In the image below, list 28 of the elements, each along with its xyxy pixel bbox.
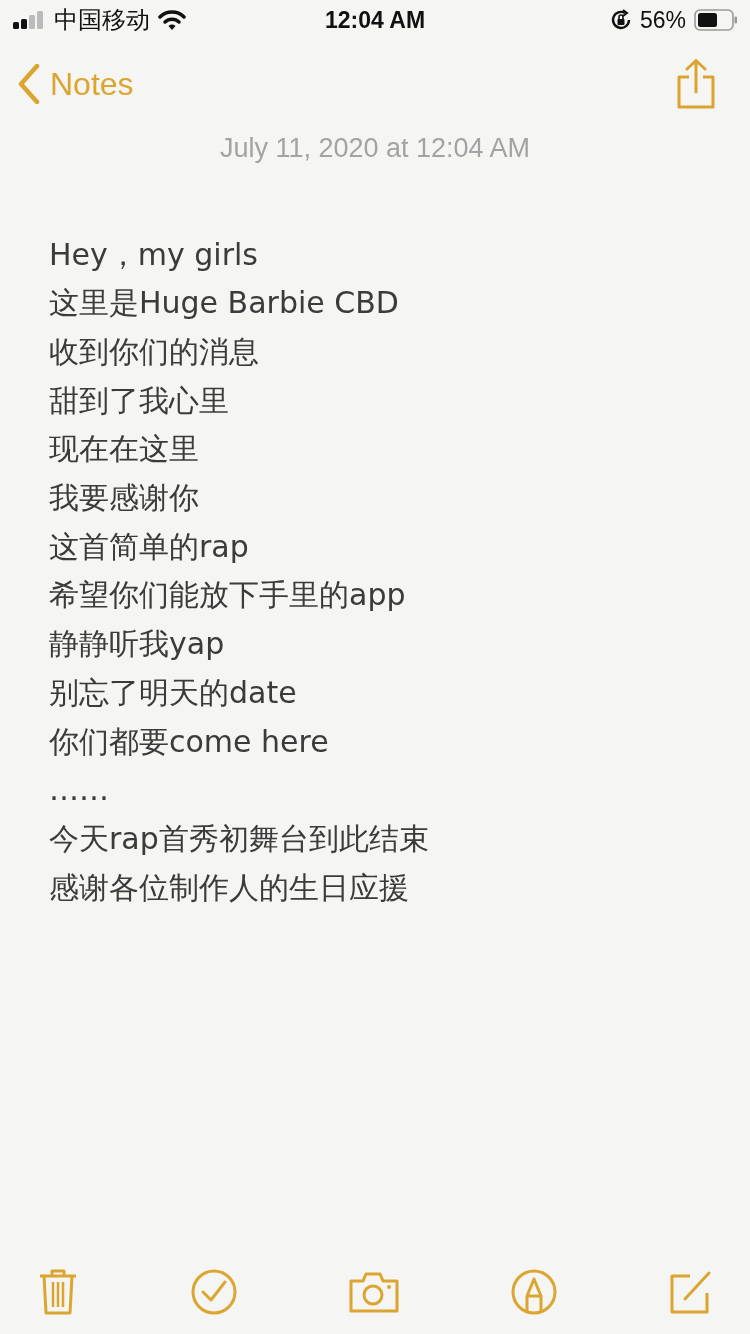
rotation-lock-icon xyxy=(609,9,632,31)
note-line: 今天rap首秀初舞台到此结束 xyxy=(49,819,429,858)
note-date: July 11, 2020 at 12:04 AM xyxy=(219,133,531,163)
wifi-icon xyxy=(158,9,186,31)
note-line: …… xyxy=(49,771,109,810)
note-line: 收到你们的消息 xyxy=(49,332,259,371)
note-line: 现在在这里 xyxy=(49,430,199,469)
clock-time: 12:04 AM xyxy=(324,5,426,35)
note-line: 你们都要come here xyxy=(49,722,329,761)
markup-button[interactable] xyxy=(510,1268,558,1316)
checklist-button[interactable] xyxy=(190,1268,238,1316)
note-line: 别忘了明天的date xyxy=(49,673,297,712)
camera-button[interactable] xyxy=(348,1271,400,1313)
note-line: 我要感谢你 xyxy=(49,479,199,517)
carrier-name: 中国移动 xyxy=(54,5,150,36)
note-line: 感谢各位制作人的生日应援 xyxy=(49,868,409,907)
chevron-left-icon xyxy=(18,64,40,104)
back-button[interactable]: Notes xyxy=(18,60,134,108)
note-line: 甜到了我心里 xyxy=(49,381,229,420)
note-line: 希望你们能放下手里的app xyxy=(49,576,406,615)
note-line: Hey，my girls xyxy=(49,235,258,274)
battery-icon xyxy=(694,9,738,31)
battery-percentage: 56% xyxy=(639,5,686,35)
share-button[interactable] xyxy=(676,59,716,109)
signal-icon xyxy=(12,11,46,29)
note-line: 这首简单的rap xyxy=(49,527,249,566)
note-line: 静静听我yap xyxy=(49,625,225,664)
note-line: 这里是Huge Barbie CBD xyxy=(49,284,399,323)
